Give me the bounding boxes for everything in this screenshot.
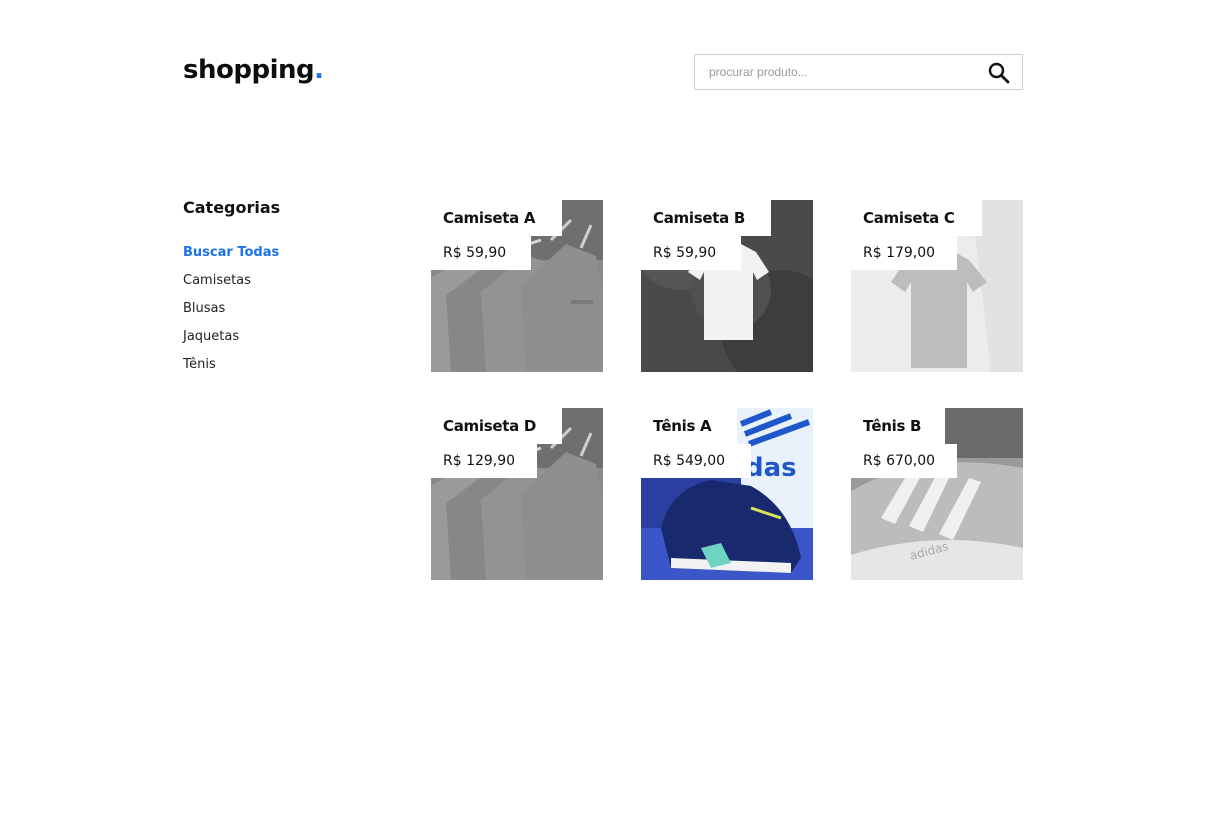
product-price: R$ 59,90 xyxy=(641,236,741,270)
product-card[interactable]: Camiseta B R$ 59,90 xyxy=(641,200,813,372)
category-item-all[interactable]: Buscar Todas xyxy=(183,244,279,272)
logo-text: shopping xyxy=(183,55,315,85)
product-price: R$ 129,90 xyxy=(431,444,537,478)
category-item-jaquetas[interactable]: Jaquetas xyxy=(183,328,279,356)
category-item-tenis[interactable]: Tênis xyxy=(183,356,279,384)
svg-text:das: das xyxy=(745,453,797,483)
product-card[interactable]: Camiseta D R$ 129,90 xyxy=(431,408,603,580)
product-price: R$ 59,90 xyxy=(431,236,531,270)
category-list: Buscar Todas Camisetas Blusas Jaquetas T… xyxy=(183,244,279,384)
product-name: Camiseta B xyxy=(641,200,771,236)
product-card[interactable]: Camiseta C R$ 179,00 xyxy=(851,200,1023,372)
search-icon[interactable] xyxy=(988,62,1010,84)
product-card[interactable]: das Tênis A R$ 549,00 xyxy=(641,408,813,580)
logo-dot: . xyxy=(314,55,324,85)
product-name: Tênis A xyxy=(641,408,737,444)
product-name: Camiseta C xyxy=(851,200,982,236)
search-box xyxy=(694,54,1023,90)
product-price: R$ 179,00 xyxy=(851,236,957,270)
product-card[interactable]: adidas Tênis B R$ 670,00 xyxy=(851,408,1023,580)
category-item-blusas[interactable]: Blusas xyxy=(183,300,279,328)
logo[interactable]: shopping. xyxy=(183,53,324,87)
product-name: Camiseta D xyxy=(431,408,562,444)
product-card[interactable]: Camiseta A R$ 59,90 xyxy=(431,200,603,372)
product-price: R$ 549,00 xyxy=(641,444,751,478)
search-input[interactable] xyxy=(695,55,965,89)
categories-title: Categorias xyxy=(183,198,281,217)
product-price: R$ 670,00 xyxy=(851,444,957,478)
product-name: Camiseta A xyxy=(431,200,562,236)
product-name: Tênis B xyxy=(851,408,945,444)
category-item-camisetas[interactable]: Camisetas xyxy=(183,272,279,300)
